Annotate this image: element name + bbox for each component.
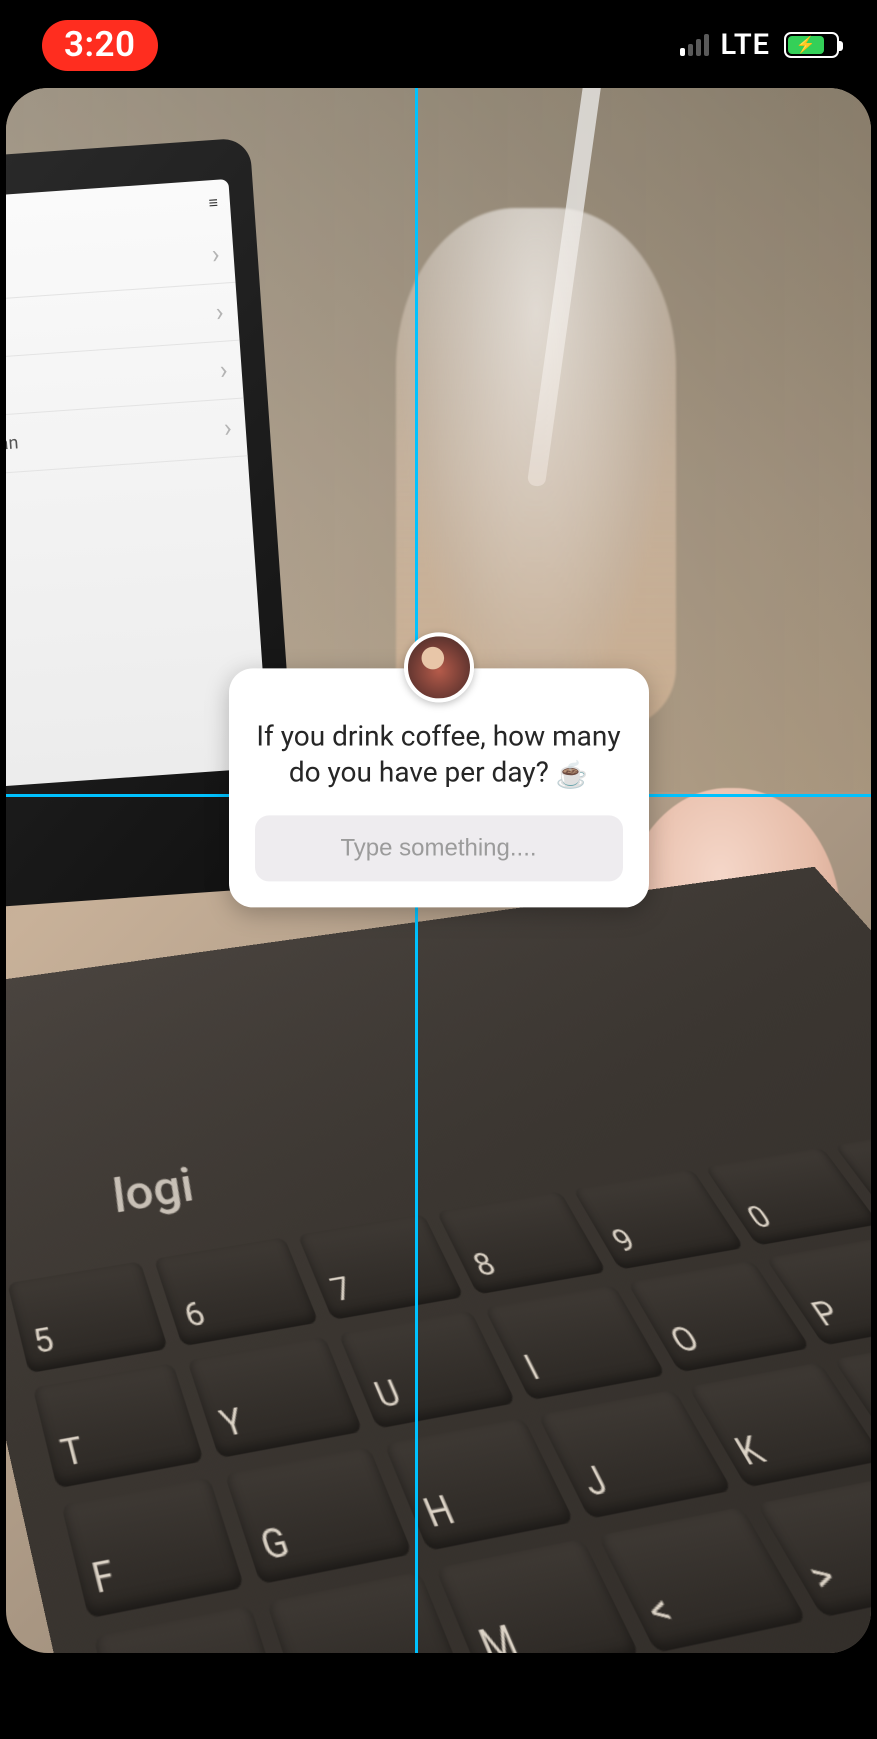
story-editor-viewport[interactable]: 🔍≡ › › › to an› logi 567890delete TYUIOP… [6, 88, 871, 1653]
background-keyboard: logi 567890delete TYUIOPreturn FGHJKLshi… [6, 867, 871, 1653]
battery-charging-icon: ⚡ [784, 32, 839, 58]
recording-time-pill[interactable]: 3:20 [42, 20, 158, 71]
question-sticker[interactable]: If you drink coffee, how many do you hav… [229, 668, 649, 907]
sticker-question-text[interactable]: If you drink coffee, how many do you hav… [255, 718, 623, 793]
network-type-label: LTE [721, 28, 770, 62]
status-right-cluster: LTE ⚡ [680, 28, 839, 62]
coffee-cup-icon: ☕ [556, 760, 588, 794]
sticker-answer-input[interactable] [255, 816, 623, 882]
cellular-signal-icon [680, 34, 709, 56]
status-bar: 3:20 LTE ⚡ [0, 0, 877, 90]
sticker-avatar [404, 632, 474, 702]
